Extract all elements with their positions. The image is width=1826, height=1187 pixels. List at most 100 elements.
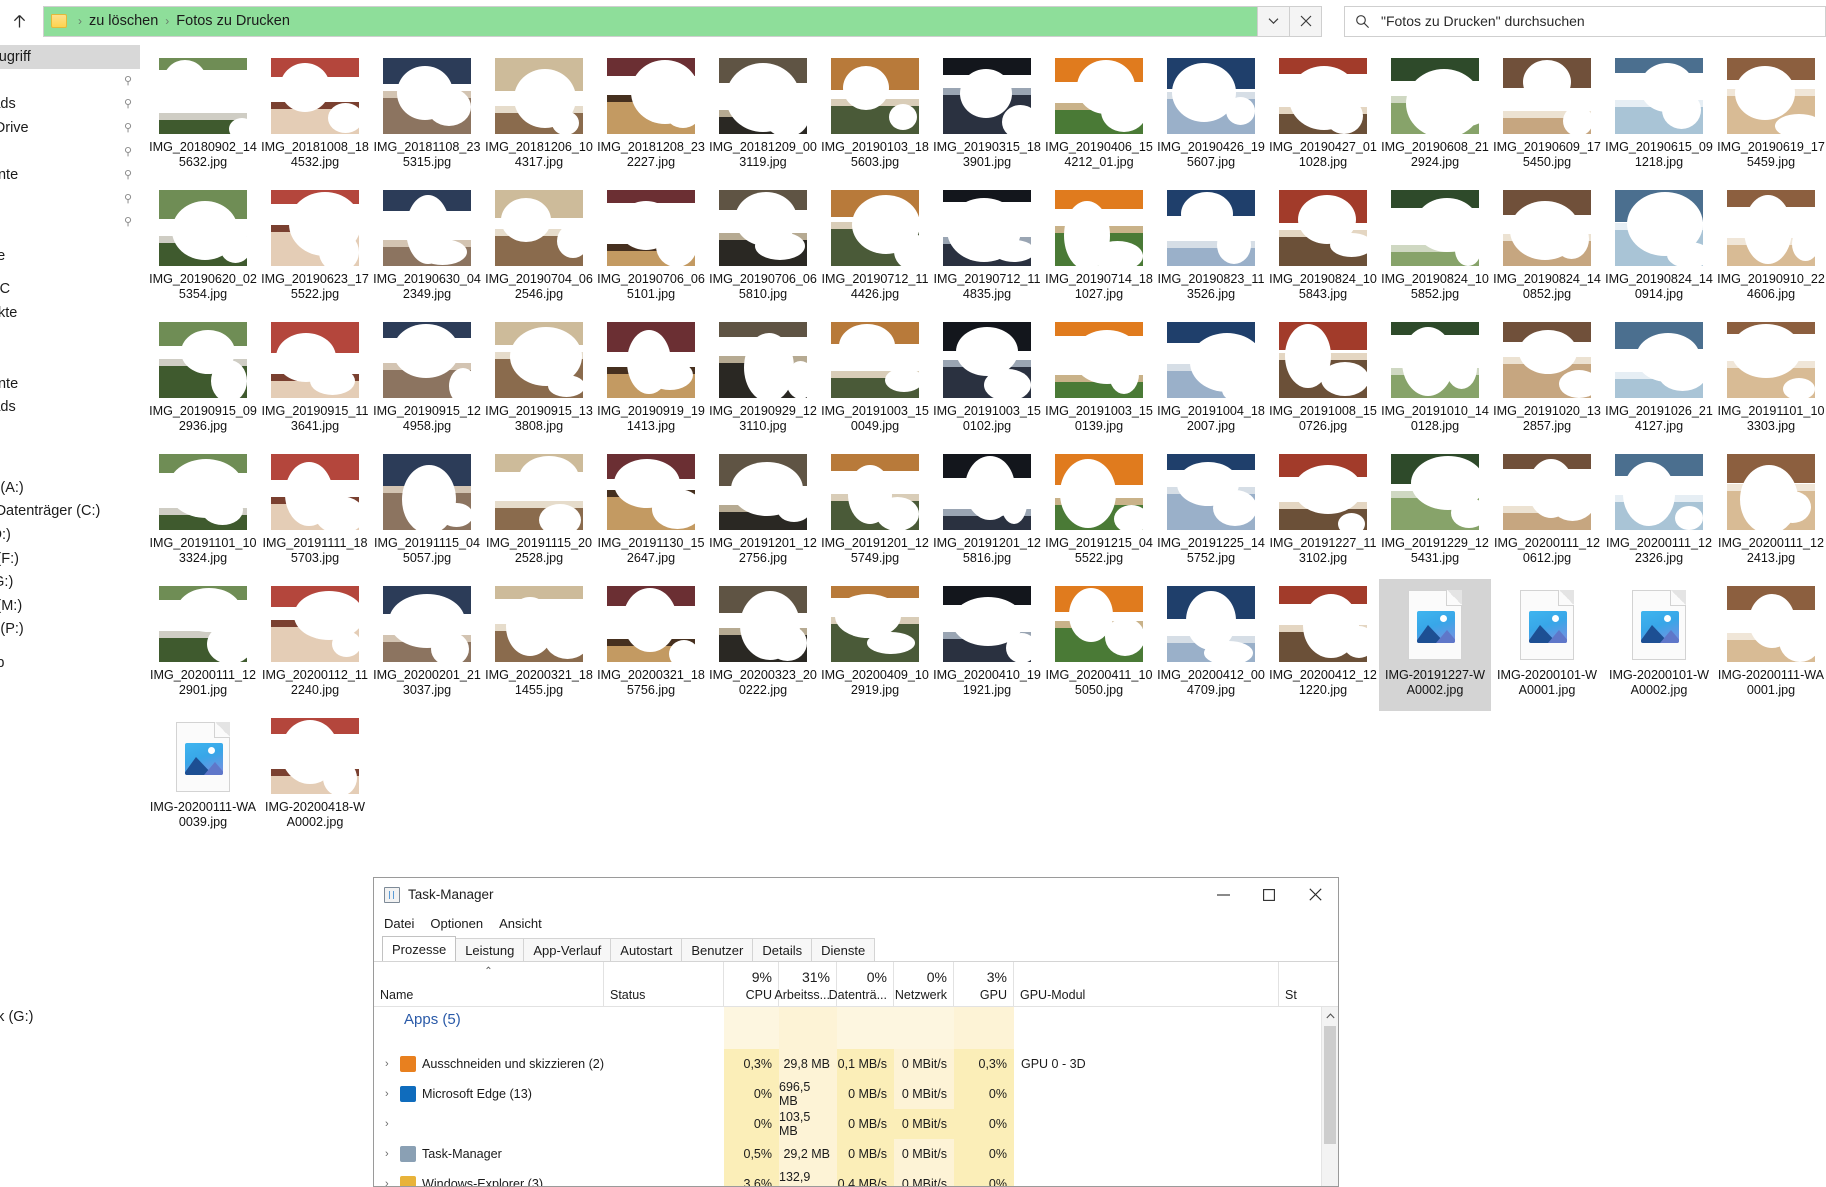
sidebar-item-20[interactable]: Volume (F:) bbox=[0, 547, 140, 571]
file-item[interactable]: IMG-20200418-WA0002.jpg bbox=[259, 711, 371, 843]
column-header-cpu[interactable]: 9% CPU bbox=[724, 962, 779, 1007]
file-item[interactable]: IMG_20190824_105852.jpg bbox=[1379, 183, 1491, 315]
sidebar-item-17[interactable]: Diskette (A:) bbox=[0, 476, 140, 500]
file-item[interactable]: IMG_20191130_152647.jpg bbox=[595, 447, 707, 579]
process-row[interactable]: › Ausschneiden und skizzieren (2) 0,3% 29,8… bbox=[374, 1049, 1338, 1079]
file-item[interactable]: IMG_20191225_145752.jpg bbox=[1155, 447, 1267, 579]
processes-table-header[interactable]: ⌃ Name Status 9% CPU 31% Arbeitss... 0% Datenträ… bbox=[374, 962, 1338, 1007]
file-item[interactable]: IMG_20191101_103303.jpg bbox=[1715, 315, 1826, 447]
tab-prozesse[interactable]: Prozesse bbox=[382, 936, 457, 961]
search-box[interactable]: "Fotos zu Drucken" durchsuchen bbox=[1344, 5, 1826, 37]
menu-item-optionen[interactable]: Optionen bbox=[430, 916, 483, 931]
maximize-button[interactable] bbox=[1246, 878, 1292, 911]
sidebar-item-25[interactable]: Daten bbox=[0, 675, 140, 699]
file-item[interactable]: IMG_20190619_175459.jpg bbox=[1715, 51, 1826, 183]
breadcrumb-separator-0[interactable]: › bbox=[78, 14, 82, 28]
sidebar-item-29[interactable]: Archiv bbox=[0, 769, 140, 793]
file-item[interactable]: IMG_20190712_114426.jpg bbox=[819, 183, 931, 315]
process-row[interactable]: › 0% 103,5 MB 0 MB/s 0 MBit/s 0% bbox=[374, 1109, 1338, 1139]
file-item[interactable]: IMG_20190608_212924.jpg bbox=[1379, 51, 1491, 183]
sidebar-item-39[interactable]: Netzwerk (G:) bbox=[0, 1005, 140, 1029]
sidebar-item-21[interactable]: Archiv (G:) bbox=[0, 570, 140, 594]
breadcrumb-part-0[interactable]: zu löschen bbox=[89, 13, 158, 29]
task-manager-menubar[interactable]: Datei Optionen Ansicht bbox=[374, 911, 1338, 936]
file-item[interactable]: IMG_20191111_185703.jpg bbox=[259, 447, 371, 579]
file-item[interactable]: IMG_20191201_122756.jpg bbox=[707, 447, 819, 579]
column-header-gpu[interactable]: 3% GPU bbox=[954, 962, 1014, 1007]
sidebar-item-5[interactable]: Dokumente ⚲ bbox=[0, 163, 140, 187]
scroll-up-arrow[interactable] bbox=[1322, 1007, 1338, 1024]
sidebar-item-12[interactable]: Desktop bbox=[0, 348, 140, 372]
file-item[interactable]: IMG_20191026_214127.jpg bbox=[1603, 315, 1715, 447]
sidebar-item-16[interactable]: Videos bbox=[0, 443, 140, 467]
scrollbar-thumb[interactable] bbox=[1324, 1026, 1336, 1144]
file-item[interactable]: IMG_20200323_200222.jpg bbox=[707, 579, 819, 711]
sidebar-item-15[interactable]: Musik bbox=[0, 419, 140, 443]
file-item[interactable]: IMG_20181008_184532.jpg bbox=[259, 51, 371, 183]
file-item[interactable]: IMG_20190915_133808.jpg bbox=[483, 315, 595, 447]
expand-chevron-icon[interactable]: › bbox=[385, 1088, 389, 1100]
file-item[interactable]: IMG_20190620_025354.jpg bbox=[147, 183, 259, 315]
file-item[interactable]: IMG_20190706_065101.jpg bbox=[595, 183, 707, 315]
file-item[interactable]: IMG_20191003_150139.jpg bbox=[1043, 315, 1155, 447]
sidebar-item-0[interactable]: Schnellzugriff bbox=[0, 45, 140, 69]
expand-chevron-icon[interactable]: › bbox=[385, 1058, 389, 1070]
sidebar-item-32[interactable]: Backup bbox=[0, 840, 140, 864]
file-item[interactable]: IMG_20191010_140128.jpg bbox=[1379, 315, 1491, 447]
process-row[interactable]: › Task-Manager 0,5% 29,2 MB 0 MB/s 0 MBit/s 0% bbox=[374, 1139, 1338, 1169]
stop-refresh-button[interactable] bbox=[1290, 5, 1322, 37]
file-item[interactable]: IMG-20191227-WA0002.jpg bbox=[1379, 579, 1491, 711]
menu-item-ansicht[interactable]: Ansicht bbox=[499, 916, 542, 931]
file-item[interactable]: IMG_20190915_092936.jpg bbox=[147, 315, 259, 447]
file-item[interactable]: IMG_20190426_195607.jpg bbox=[1155, 51, 1267, 183]
file-item[interactable]: IMG_20190915_113641.jpg bbox=[259, 315, 371, 447]
sidebar-item-22[interactable]: Backup (M:) bbox=[0, 594, 140, 618]
file-item[interactable]: IMG_20190315_183901.jpg bbox=[931, 51, 1043, 183]
column-header-name[interactable]: ⌃ Name bbox=[374, 962, 604, 1007]
file-item[interactable]: IMG_20200111_122901.jpg bbox=[147, 579, 259, 711]
file-item[interactable]: IMG_20190706_065810.jpg bbox=[707, 183, 819, 315]
file-item[interactable]: IMG_20191201_125749.jpg bbox=[819, 447, 931, 579]
file-item[interactable]: IMG-20200101-WA0001.jpg bbox=[1491, 579, 1603, 711]
process-group-row[interactable]: Apps (5) bbox=[374, 1007, 1338, 1049]
sidebar-item-19[interactable]: Daten (D:) bbox=[0, 523, 140, 547]
file-item[interactable]: IMG-20200111-WA0001.jpg bbox=[1715, 579, 1826, 711]
column-header-status[interactable]: Status bbox=[604, 962, 724, 1007]
file-item[interactable]: IMG_20190714_181027.jpg bbox=[1043, 183, 1155, 315]
sidebar-item-11[interactable]: Bilder bbox=[0, 325, 140, 349]
task-manager-titlebar[interactable]: Task-Manager bbox=[374, 878, 1338, 911]
tab-details[interactable]: Details bbox=[752, 938, 813, 961]
file-item[interactable]: IMG_20200112_112240.jpg bbox=[259, 579, 371, 711]
file-item[interactable]: IMG-20200101-WA0002.jpg bbox=[1603, 579, 1715, 711]
file-item[interactable]: IMG_20191003_150102.jpg bbox=[931, 315, 1043, 447]
column-header-netzwerk[interactable]: 0% Netzwerk bbox=[894, 962, 954, 1007]
sidebar-item-23[interactable]: Pictures (P:) bbox=[0, 618, 140, 642]
process-row[interactable]: › Windows-Explorer (3) 3,6% 132,9 MB 0,4 MB/… bbox=[374, 1169, 1338, 1186]
sidebar-item-31[interactable]: Fotos bbox=[0, 816, 140, 840]
column-header-datentr-[interactable]: 0% Datenträ... bbox=[829, 962, 894, 1007]
address-bar[interactable]: › zu löschen › Fotos zu Drucken bbox=[42, 5, 1258, 37]
sidebar-item-41[interactable]: Bild bbox=[0, 1052, 140, 1076]
file-item[interactable]: IMG_20200410_191921.jpg bbox=[931, 579, 1043, 711]
file-item[interactable]: IMG_20180902_145632.jpg bbox=[147, 51, 259, 183]
file-item[interactable]: IMG_20190609_175450.jpg bbox=[1491, 51, 1603, 183]
breadcrumb-part-1[interactable]: Fotos zu Drucken bbox=[176, 13, 290, 29]
column-header-st[interactable]: St bbox=[1279, 962, 1338, 1007]
sidebar-item-26[interactable]: Ordner bbox=[0, 698, 140, 722]
sidebar-item-18[interactable]: Lokaler Datenträger (C:) bbox=[0, 500, 140, 524]
file-item[interactable]: IMG_20190704_062546.jpg bbox=[483, 183, 595, 315]
sidebar-item-34[interactable]: Neu bbox=[0, 887, 140, 911]
navigation-pane[interactable]: SchnellzugriffDesktop⚲Downloads⚲Google D… bbox=[0, 45, 140, 1187]
file-item[interactable]: IMG_20191003_150049.jpg bbox=[819, 315, 931, 447]
sidebar-item-10[interactable]: 3D-Objekte bbox=[0, 301, 140, 325]
file-item[interactable]: IMG_20181208_232227.jpg bbox=[595, 51, 707, 183]
file-item[interactable]: IMG_20200111_122326.jpg bbox=[1603, 447, 1715, 579]
file-item[interactable]: IMG_20200201_213037.jpg bbox=[371, 579, 483, 711]
file-item[interactable]: IMG_20190915_124958.jpg bbox=[371, 315, 483, 447]
sidebar-item-42[interactable]: Fotos bbox=[0, 1076, 140, 1100]
sidebar-item-1[interactable]: Desktop⚲ bbox=[0, 69, 140, 93]
sidebar-item-35[interactable]: Musik bbox=[0, 911, 140, 935]
file-item[interactable]: IMG_20190103_185603.jpg bbox=[819, 51, 931, 183]
file-item[interactable]: IMG_20190406_154212_01.jpg bbox=[1043, 51, 1155, 183]
column-header-gpu-modul[interactable]: GPU-Modul bbox=[1014, 962, 1279, 1007]
